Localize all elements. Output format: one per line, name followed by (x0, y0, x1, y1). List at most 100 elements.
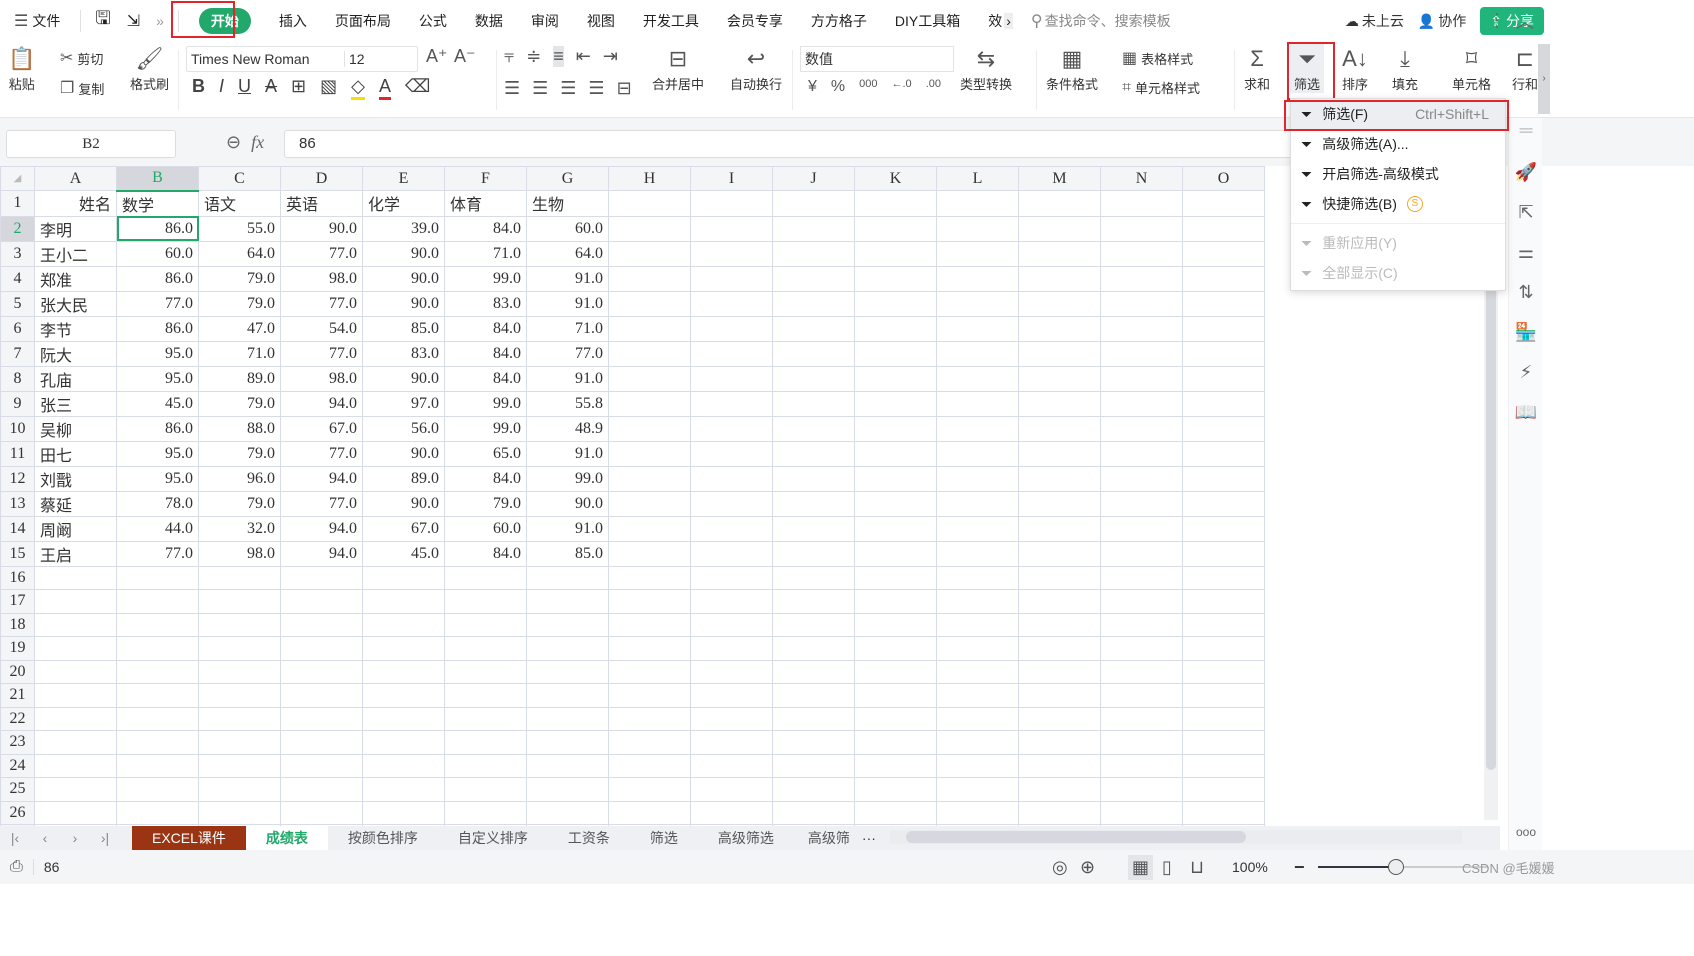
cell-c24[interactable] (198, 753, 281, 778)
cell-e20[interactable] (362, 659, 445, 684)
cell-f12[interactable]: 84.0 (444, 465, 527, 492)
cell-i18[interactable] (690, 612, 773, 637)
cell-e2[interactable]: 39.0 (362, 215, 445, 242)
cell-f20[interactable] (444, 659, 527, 684)
horizontal-scrollbar[interactable] (890, 830, 1462, 844)
align-center-icon[interactable]: ☰ (532, 78, 548, 99)
align-middle-icon[interactable]: ≑ (526, 46, 541, 67)
normal-view-icon[interactable]: ▦ (1128, 854, 1154, 880)
cell-n4[interactable] (1100, 265, 1183, 292)
cell-g13[interactable]: 90.0 (526, 490, 609, 517)
cell-j18[interactable] (772, 612, 855, 637)
cell-j26[interactable] (772, 800, 855, 825)
cell-b8[interactable]: 95.0 (116, 365, 199, 392)
cell-g24[interactable] (526, 753, 609, 778)
cell-j12[interactable] (772, 465, 855, 492)
cell-d12[interactable]: 94.0 (280, 465, 363, 492)
cell-a14[interactable]: 周阚 (34, 515, 117, 542)
cell-n12[interactable] (1100, 465, 1183, 492)
file-menu[interactable]: ☰ 文件 (0, 0, 74, 42)
cell-d7[interactable]: 77.0 (280, 340, 363, 367)
cell-n7[interactable] (1100, 340, 1183, 367)
row-header[interactable]: 4 (0, 265, 35, 292)
export-icon[interactable]: ⇲ (119, 0, 148, 42)
cell-o23[interactable] (1182, 730, 1265, 755)
cell-e1[interactable]: 化学 (362, 190, 445, 217)
row-header[interactable]: 15 (0, 540, 35, 567)
cell-i10[interactable] (690, 415, 773, 442)
cell-k3[interactable] (854, 240, 937, 267)
cell-c8[interactable]: 89.0 (198, 365, 281, 392)
cell-d21[interactable] (280, 683, 363, 708)
cell-m14[interactable] (1018, 515, 1101, 542)
cell-n22[interactable] (1100, 706, 1183, 731)
cell-j11[interactable] (772, 440, 855, 467)
row-header[interactable]: 8 (0, 365, 35, 392)
cell-g12[interactable]: 99.0 (526, 465, 609, 492)
cell-a3[interactable]: 王小二 (34, 240, 117, 267)
cell-f11[interactable]: 65.0 (444, 440, 527, 467)
cell-c22[interactable] (198, 706, 281, 731)
cell-b16[interactable] (116, 565, 199, 590)
column-header-n[interactable]: N (1100, 166, 1183, 191)
row-header[interactable]: 20 (0, 659, 35, 684)
macro-icon[interactable]: ⎙ (10, 858, 23, 876)
decrease-indent-icon[interactable]: ⇤ (576, 46, 591, 67)
font-name-field[interactable]: Times New Roman (187, 51, 345, 67)
cell-o6[interactable] (1182, 315, 1265, 342)
cell-b24[interactable] (116, 753, 199, 778)
cell-d13[interactable]: 77.0 (280, 490, 363, 517)
cell-h12[interactable] (608, 465, 691, 492)
tab-developer[interactable]: 开发工具 (629, 0, 713, 42)
rocket-icon[interactable]: 🚀 (1509, 152, 1543, 192)
cell-d23[interactable] (280, 730, 363, 755)
cell-f3[interactable]: 71.0 (444, 240, 527, 267)
cell-l10[interactable] (936, 415, 1019, 442)
cell-d9[interactable]: 94.0 (280, 390, 363, 417)
cell-a26[interactable] (34, 800, 117, 825)
cell-b13[interactable]: 78.0 (116, 490, 199, 517)
distributed-icon[interactable]: ⊟ (617, 78, 632, 99)
cell-o4[interactable] (1182, 265, 1265, 292)
paste-button[interactable]: 📋 粘贴 (8, 44, 35, 93)
cell-h4[interactable] (608, 265, 691, 292)
cell-m6[interactable] (1018, 315, 1101, 342)
cell-f15[interactable]: 84.0 (444, 540, 527, 567)
cell-a25[interactable] (34, 777, 117, 802)
cell-c23[interactable] (198, 730, 281, 755)
cell-b22[interactable] (116, 706, 199, 731)
cell-b5[interactable]: 77.0 (116, 290, 199, 317)
cell-e18[interactable] (362, 612, 445, 637)
column-header-k[interactable]: K (854, 166, 937, 191)
cell-b2[interactable]: 86.0 (116, 215, 199, 242)
cell-e8[interactable]: 90.0 (362, 365, 445, 392)
cell-h17[interactable] (608, 589, 691, 614)
cell-n6[interactable] (1100, 315, 1183, 342)
column-header-d[interactable]: D (280, 166, 363, 191)
cell-o8[interactable] (1182, 365, 1265, 392)
cell-m10[interactable] (1018, 415, 1101, 442)
cell-i19[interactable] (690, 636, 773, 661)
sheet-tab[interactable]: 工资条 (548, 826, 630, 850)
select-all-corner[interactable]: ◢ (0, 166, 35, 191)
border-icon[interactable]: ⊞ (291, 76, 306, 100)
cell-k26[interactable] (854, 800, 937, 825)
row-header[interactable]: 17 (0, 589, 35, 614)
cell-m1[interactable] (1018, 190, 1101, 217)
cell-l9[interactable] (936, 390, 1019, 417)
column-header-e[interactable]: E (362, 166, 445, 191)
cloud-status[interactable]: ☁ 未上云 (1345, 11, 1404, 31)
cell-d10[interactable]: 67.0 (280, 415, 363, 442)
cell-g1[interactable]: 生物 (526, 190, 609, 217)
cell-i12[interactable] (690, 465, 773, 492)
sort-button[interactable]: A↓ 排序 (1342, 44, 1368, 93)
spreadsheet-grid[interactable]: ◢ A B C D E F G H I J K L M N O 1 姓名 数学 语文 英语 化学 体育 生物 2 李明 86.0 55… (0, 166, 1480, 826)
cell-j25[interactable] (772, 777, 855, 802)
cell-n1[interactable] (1100, 190, 1183, 217)
cell-a24[interactable] (34, 753, 117, 778)
cell-c3[interactable]: 64.0 (198, 240, 281, 267)
lightning-icon[interactable]: ⚡ (1509, 352, 1543, 392)
cell-b18[interactable] (116, 612, 199, 637)
align-bottom-icon[interactable]: ≡ (553, 46, 564, 67)
row-header[interactable]: 16 (0, 565, 35, 590)
